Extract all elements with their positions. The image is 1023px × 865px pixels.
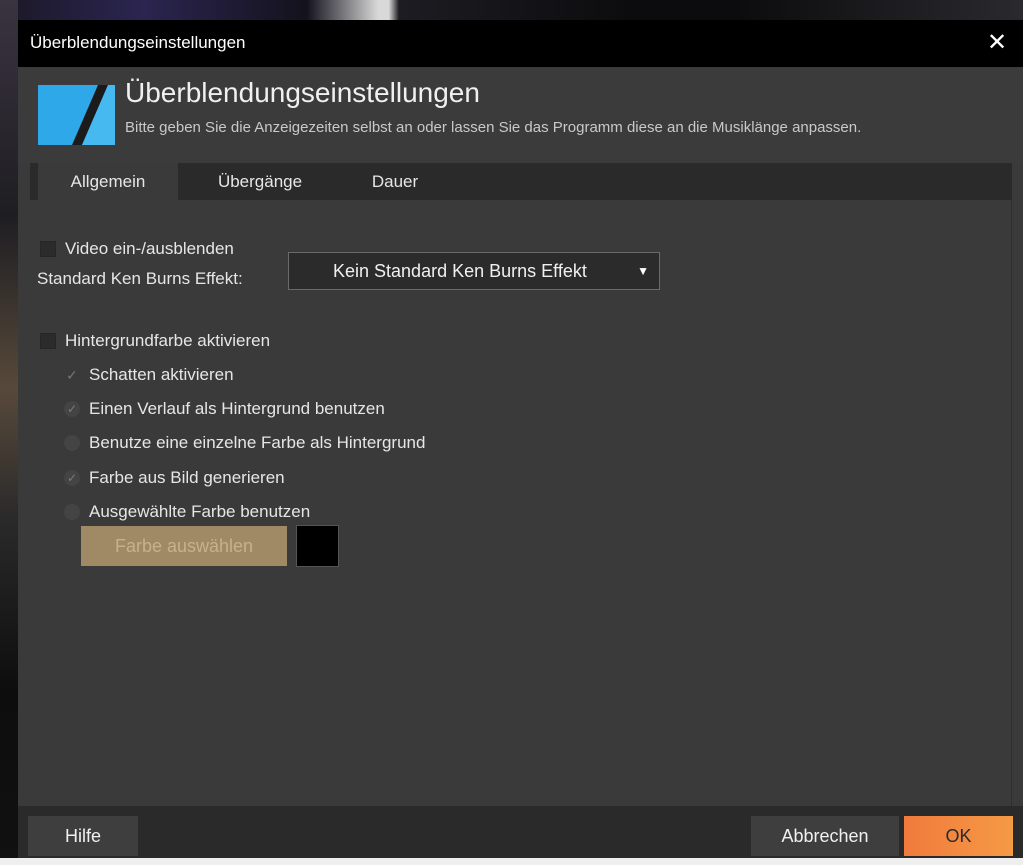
bg-color-checkbox[interactable] <box>40 333 56 349</box>
pick-color-button[interactable]: Farbe auswählen <box>81 526 287 566</box>
color-from-image-row[interactable]: ✓ Farbe aus Bild generieren <box>64 466 285 490</box>
shadow-row[interactable]: ✓ Schatten aktivieren <box>64 363 234 387</box>
tab-dauer[interactable]: Dauer <box>350 163 440 200</box>
tab-strip: Allgemein Übergänge Dauer <box>30 163 1012 200</box>
bg-color-row[interactable]: Hintergrundfarbe aktivieren <box>40 329 270 353</box>
single-color-bg-radio[interactable] <box>64 435 80 451</box>
window-title: Überblendungseinstellungen <box>30 33 246 52</box>
checkmark-icon[interactable]: ✓ <box>64 367 80 383</box>
color-from-image-radio[interactable]: ✓ <box>64 470 80 486</box>
dialog-footer: Hilfe Abbrechen OK <box>18 806 1023 858</box>
single-color-bg-row[interactable]: Benutze eine einzelne Farbe als Hintergr… <box>64 431 425 455</box>
app-logo-icon <box>38 85 115 145</box>
single-color-bg-label: Benutze eine einzelne Farbe als Hintergr… <box>89 433 426 452</box>
gradient-bg-label: Einen Verlauf als Hintergrund benutzen <box>89 399 385 418</box>
selected-color-row[interactable]: Ausgewählte Farbe benutzen <box>64 500 310 524</box>
bg-color-label: Hintergrundfarbe aktivieren <box>65 331 271 350</box>
general-panel: Video ein-/ausblenden Standard Ken Burns… <box>30 200 1012 806</box>
ken-burns-dropdown[interactable]: Kein Standard Ken Burns Effekt ▼ <box>288 252 660 290</box>
chevron-down-icon: ▼ <box>637 264 649 278</box>
video-fade-row[interactable]: Video ein-/ausblenden <box>40 237 234 261</box>
tab-allgemein[interactable]: Allgemein <box>38 163 178 200</box>
desktop-background-top <box>0 0 1023 20</box>
color-from-image-label: Farbe aus Bild generieren <box>89 468 285 487</box>
gradient-bg-radio[interactable]: ✓ <box>64 401 80 417</box>
video-fade-checkbox[interactable] <box>40 241 56 257</box>
selected-color-radio[interactable] <box>64 504 80 520</box>
ken-burns-value: Kein Standard Ken Burns Effekt <box>333 261 587 281</box>
close-icon[interactable]: ✕ <box>981 27 1013 59</box>
tab-uebergaenge[interactable]: Übergänge <box>195 163 325 200</box>
dialog-header: Überblendungseinstellungen Bitte geben S… <box>18 67 1023 163</box>
window-titlebar: Überblendungseinstellungen ✕ <box>18 20 1023 67</box>
desktop-background-bottom <box>0 858 1023 865</box>
header-title: Überblendungseinstellungen <box>125 77 480 108</box>
transition-settings-dialog: Überblendungseinstellungen ✕ Überblendun… <box>18 20 1023 858</box>
selected-color-label: Ausgewählte Farbe benutzen <box>89 502 311 521</box>
help-button[interactable]: Hilfe <box>28 816 138 856</box>
color-swatch[interactable] <box>296 525 339 567</box>
desktop-background-left <box>0 0 18 865</box>
video-fade-label: Video ein-/ausblenden <box>65 239 234 258</box>
cancel-button[interactable]: Abbrechen <box>751 816 899 856</box>
ok-button[interactable]: OK <box>904 816 1013 856</box>
shadow-label: Schatten aktivieren <box>89 365 234 384</box>
gradient-bg-row[interactable]: ✓ Einen Verlauf als Hintergrund benutzen <box>64 397 385 421</box>
ken-burns-label: Standard Ken Burns Effekt: <box>37 269 243 288</box>
header-subtitle: Bitte geben Sie die Anzeigezeiten selbst… <box>125 119 862 136</box>
